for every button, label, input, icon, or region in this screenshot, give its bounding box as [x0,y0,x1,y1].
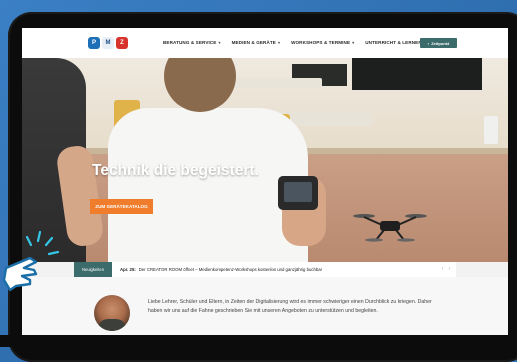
nav-label: WORKSHOPS & TERMINE [291,40,351,45]
trash-bin [484,116,498,144]
nav-label: MEDIEN & GERÄTE [231,40,276,45]
ticker-item[interactable]: Apr. 25: Der CREATOR ROOM öffnet – Medien… [120,267,322,272]
ticker-date: Apr. 25: [120,267,136,272]
logo-letter-z: Z [116,37,128,49]
ticker-label: Neuigkeiten [74,262,112,277]
nav-beratung-service[interactable]: BERATUNG & SERVICE ▾ [163,40,221,45]
nav-workshops-termine[interactable]: WORKSHOPS & TERMINE ▾ [291,40,354,45]
site-logo[interactable]: P M Z [88,37,128,49]
avatar [94,295,130,331]
tablet-bottom-bezel [0,335,517,347]
nav-medien-geraete[interactable]: MEDIEN & GERÄTE ▾ [232,40,281,45]
ticker-controls: ‹ › [442,266,450,272]
cta-label: Zeitpunkt [431,40,450,46]
browser-viewport: P M Z BERATUNG & SERVICE ▾ MEDIEN & GERÄ… [22,28,508,335]
logo-letter-m: M [102,37,114,49]
chevron-left-icon[interactable]: ‹ [442,266,444,272]
pointer-hand-icon [2,230,60,292]
nav-label: UNTERRICHT & LERNEN [365,40,422,45]
avatar-shirt [98,319,126,331]
ticker-headline: Der CREATOR ROOM öffnet – Medienkompeten… [138,267,323,272]
chalkboard [352,58,482,90]
controller-screen [284,182,312,202]
logo-letter-p: P [88,37,100,49]
calendar-icon: ▪ [427,40,430,46]
intro-section: Liebe Lehrer, Schüler und Eltern, in Zei… [22,277,508,335]
desk-back [232,78,322,88]
nav-unterricht-lernen[interactable]: UNTERRICHT & LERNEN ▾ [365,40,426,45]
news-ticker: Neuigkeiten Apr. 25: Der CREATOR ROOM öff… [74,262,456,277]
chevron-down-icon: ▾ [352,40,355,45]
nav-label: BERATUNG & SERVICE [163,40,217,45]
hero-section: Technik die begeistert. ZUM GERÄTEKATALO… [22,58,508,262]
drone-icon [353,214,427,242]
catalog-button[interactable]: ZUM GERÄTEKATALOG [90,199,153,214]
chevron-down-icon: ▾ [277,40,281,45]
site-header: P M Z BERATUNG & SERVICE ▾ MEDIEN & GERÄ… [22,28,508,58]
intro-text: Liebe Lehrer, Schüler und Eltern, in Zei… [148,299,432,314]
hero-title: Technik die begeistert. [92,162,259,179]
chevron-down-icon: ▾ [218,40,221,45]
header-cta-button[interactable]: ▪ Zeitpunkt [420,38,457,48]
main-nav: BERATUNG & SERVICE ▾ MEDIEN & GERÄTE ▾ W… [163,40,426,45]
chevron-right-icon[interactable]: › [448,266,450,272]
